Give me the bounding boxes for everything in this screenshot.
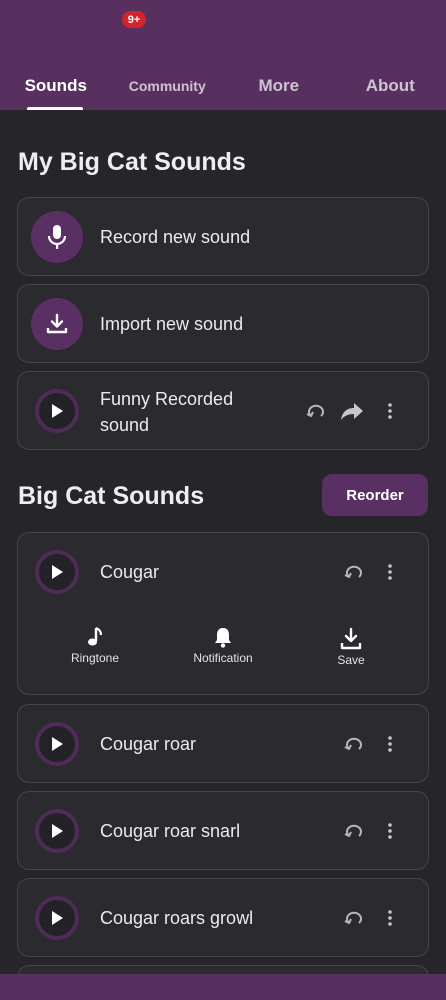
more-options-icon[interactable] bbox=[376, 817, 404, 845]
sound-item-label: Funny Recorded sound bbox=[100, 389, 234, 435]
notification-label: Notification bbox=[193, 651, 253, 665]
more-options-icon[interactable] bbox=[376, 730, 404, 758]
tab-bar: Sounds Community More About bbox=[0, 60, 446, 110]
play-icon[interactable] bbox=[35, 389, 79, 433]
reorder-button[interactable]: Reorder bbox=[322, 474, 428, 516]
tab-more[interactable]: More bbox=[223, 60, 335, 110]
loop-icon[interactable] bbox=[302, 397, 330, 425]
more-options-icon[interactable] bbox=[376, 904, 404, 932]
tab-about[interactable]: About bbox=[335, 60, 446, 110]
play-icon[interactable] bbox=[35, 722, 79, 766]
tab-sounds[interactable]: Sounds bbox=[0, 60, 112, 110]
record-new-sound-card[interactable]: Record new sound bbox=[17, 197, 429, 276]
loop-icon[interactable] bbox=[340, 817, 368, 845]
tab-about-label: About bbox=[365, 76, 415, 95]
sound-item-label: Cougar roar bbox=[100, 734, 197, 754]
tab-more-label: More bbox=[258, 76, 300, 95]
save-label: Save bbox=[337, 653, 365, 667]
ringtone-label: Ringtone bbox=[70, 651, 120, 665]
microphone-icon bbox=[31, 211, 83, 263]
community-notification-badge: 9+ bbox=[122, 11, 146, 28]
section-title-big-cat-sounds: Big Cat Sounds bbox=[18, 482, 205, 510]
import-new-sound-card[interactable]: Import new sound bbox=[17, 284, 429, 363]
more-options-icon[interactable] bbox=[376, 397, 404, 425]
sound-item-expanded[interactable]: Cougar Ringtone Notification Save bbox=[17, 532, 429, 695]
top-app-bar: Sounds Community More About 9+ bbox=[0, 0, 446, 110]
loop-icon[interactable] bbox=[340, 558, 368, 586]
notification-action[interactable]: Notification bbox=[184, 623, 262, 665]
bell-icon bbox=[213, 623, 233, 651]
import-download-icon bbox=[31, 298, 83, 350]
loop-icon[interactable] bbox=[340, 730, 368, 758]
sound-item-label: Cougar roars growl bbox=[100, 908, 254, 928]
play-icon[interactable] bbox=[35, 809, 79, 853]
import-new-sound-label: Import new sound bbox=[100, 314, 244, 334]
share-icon[interactable] bbox=[338, 397, 366, 425]
tab-sounds-label: Sounds bbox=[24, 76, 87, 95]
sound-item[interactable]: Funny Recorded sound bbox=[17, 371, 429, 450]
sounds-list[interactable]: My Big Cat Sounds Record new sound Impor… bbox=[0, 110, 446, 974]
sound-item-label: Cougar bbox=[100, 562, 160, 582]
tab-community-label: Community bbox=[128, 78, 206, 94]
sound-item[interactable] bbox=[17, 965, 429, 974]
ringtone-action[interactable]: Ringtone bbox=[64, 623, 126, 665]
more-options-icon[interactable] bbox=[376, 558, 404, 586]
bottom-bar bbox=[0, 974, 446, 1000]
save-action[interactable]: Save bbox=[326, 625, 376, 667]
sound-item[interactable]: Cougar roar snarl bbox=[17, 791, 429, 870]
play-icon[interactable] bbox=[35, 550, 79, 594]
record-new-sound-label: Record new sound bbox=[100, 227, 251, 247]
loop-icon[interactable] bbox=[340, 904, 368, 932]
tab-community[interactable]: Community bbox=[112, 60, 224, 110]
section-title-my-sounds: My Big Cat Sounds bbox=[18, 148, 246, 176]
sound-item-label: Cougar roar snarl bbox=[100, 821, 241, 841]
play-icon[interactable] bbox=[35, 896, 79, 940]
download-icon bbox=[340, 625, 362, 653]
sound-item[interactable]: Cougar roars growl bbox=[17, 878, 429, 957]
sound-item[interactable]: Cougar roar bbox=[17, 704, 429, 783]
music-note-icon bbox=[87, 623, 103, 651]
